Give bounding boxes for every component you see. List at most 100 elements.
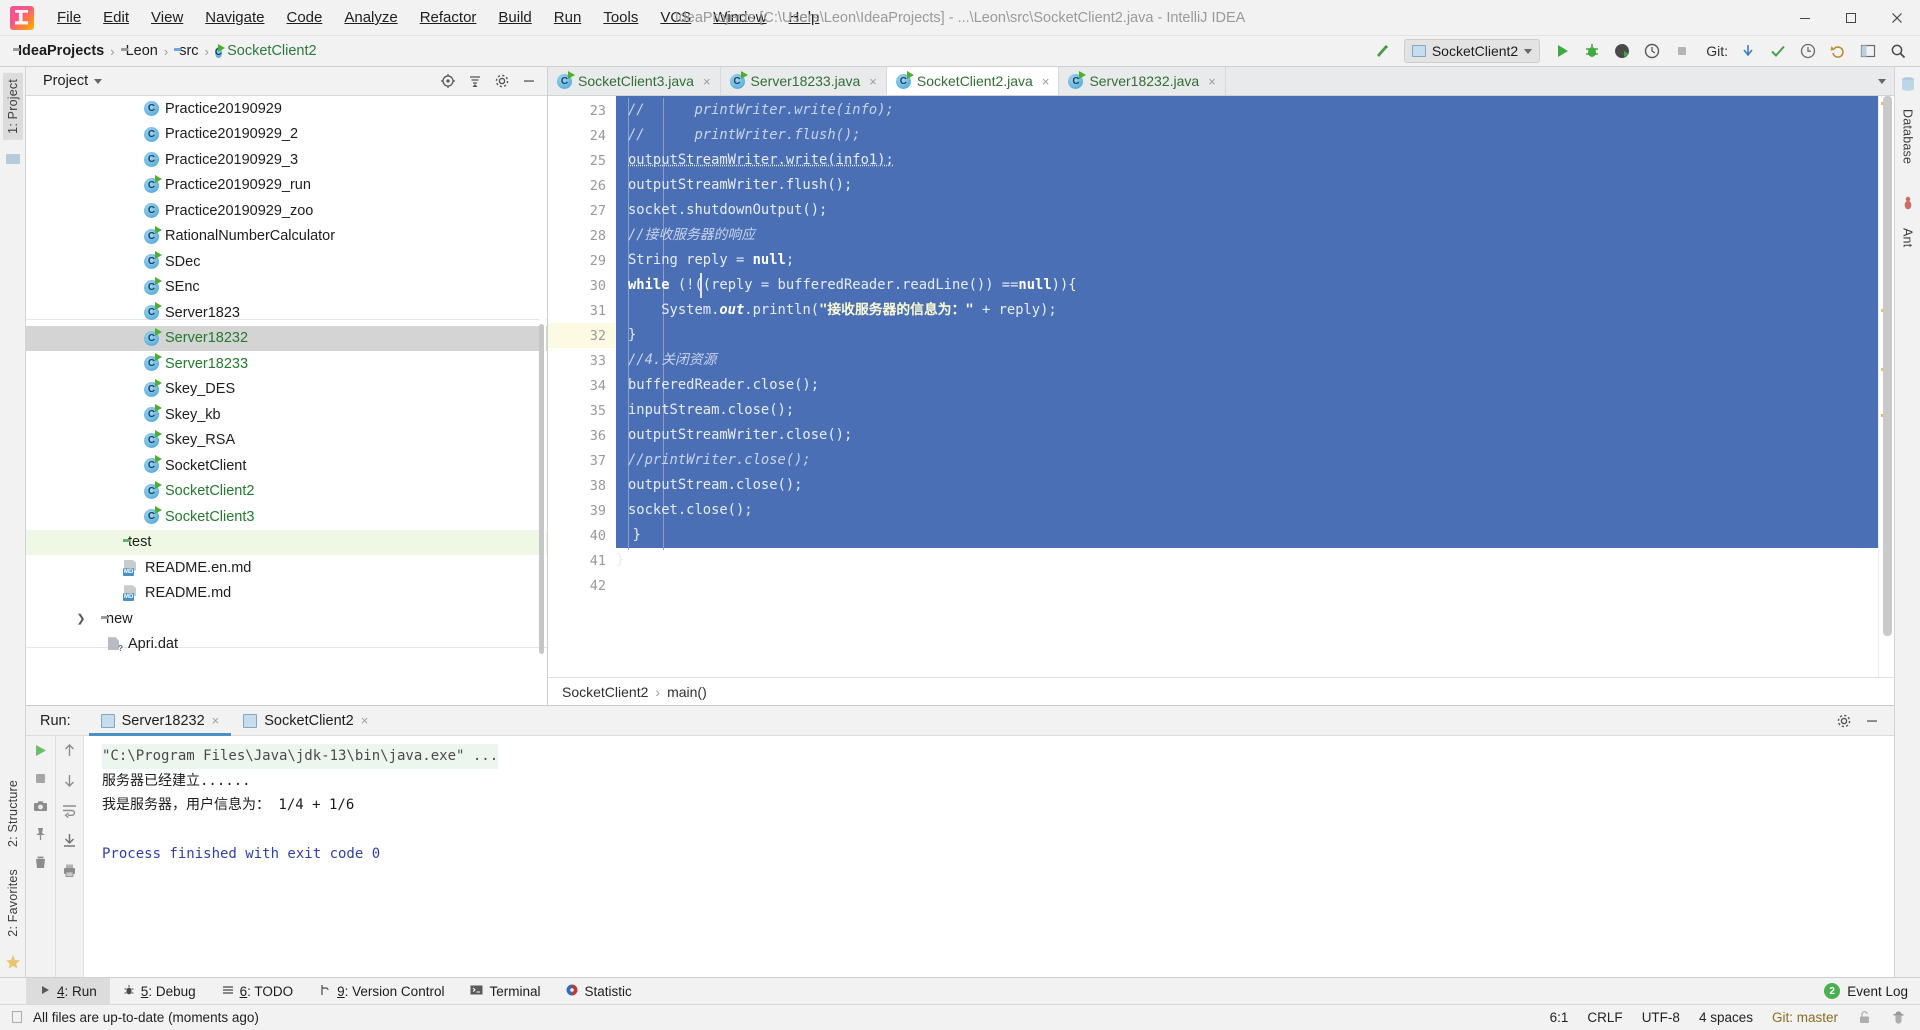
tree-item-readme-en[interactable]: README.en.md (26, 555, 547, 581)
run-with-coverage-icon[interactable] (1608, 38, 1636, 64)
tree-item-test[interactable]: test (26, 529, 547, 555)
tree-item-server1823[interactable]: C Server1823 (26, 300, 547, 326)
rerun-icon[interactable] (32, 742, 49, 759)
tree-item-practice20190929-run[interactable]: C Practice20190929_run (26, 173, 547, 199)
gear-icon[interactable] (1832, 710, 1856, 732)
editor-gutter[interactable]: 23 24 25 26 27 28 29 30 31 32 33 34 35 3… (548, 96, 616, 677)
close-icon[interactable]: × (361, 713, 369, 728)
code-text-area[interactable]: // printWriter.write(info);// printWrite… (616, 96, 1878, 677)
tree-item-practice20190929-2[interactable]: C Practice20190929_2 (26, 122, 547, 148)
sidebar-item-database[interactable]: Database (1898, 103, 1918, 170)
project-panel-title[interactable]: Project (32, 73, 103, 89)
breadcrumb-src[interactable]: src (171, 41, 201, 61)
run-configuration-selector[interactable]: SocketClient2 (1403, 39, 1541, 63)
tree-item-rationalnumbercalculator[interactable]: C RationalNumberCalculator (26, 224, 547, 250)
sidebar-item-project[interactable]: 1: Project (2, 73, 23, 140)
line-separator[interactable]: CRLF (1587, 1010, 1622, 1025)
hide-panel-icon[interactable] (1860, 710, 1884, 732)
breadcrumb-class[interactable]: SocketClient2 (562, 684, 648, 700)
menu-build[interactable]: Build (487, 4, 542, 31)
tab-server18233-java[interactable]: C Server18233.java × (721, 67, 887, 95)
window-split-icon[interactable] (1854, 38, 1882, 64)
tree-item-readme[interactable]: README.md (26, 581, 547, 607)
sidebar-item-ant[interactable]: Ant (1898, 222, 1918, 253)
sidebar-item-structure[interactable]: 2: Structure (3, 774, 23, 853)
run-console-output[interactable]: "C:\Program Files\Java\jdk-13\bin\java.e… (84, 736, 1894, 977)
arrow-down-icon[interactable] (61, 772, 78, 789)
ant-icon[interactable] (1899, 194, 1917, 212)
indent-setting[interactable]: 4 spaces (1699, 1010, 1753, 1025)
hector-inspector-icon[interactable] (1891, 1010, 1906, 1025)
bottom-tab-todo[interactable]: 6: TODO (209, 978, 307, 1005)
breadcrumb-method[interactable]: main() (667, 684, 707, 700)
rollback-icon[interactable] (1824, 38, 1852, 64)
tree-item-socketclient2[interactable]: C SocketClient2 (26, 479, 547, 505)
run-tab-server18232[interactable]: Server18232 × (88, 706, 232, 736)
editor-marker-rail[interactable] (1878, 96, 1894, 677)
menu-view[interactable]: View (140, 4, 194, 31)
trash-icon[interactable] (32, 854, 49, 871)
project-files-icon[interactable] (4, 150, 22, 168)
menu-file[interactable]: File (46, 4, 92, 31)
locate-file-icon[interactable] (436, 70, 460, 92)
chevron-right-icon[interactable]: ❯ (74, 612, 88, 625)
menu-refactor[interactable]: Refactor (409, 4, 488, 31)
tree-item-new[interactable]: ❯ new (26, 606, 547, 632)
menu-analyze[interactable]: Analyze (333, 4, 408, 31)
breadcrumb-ideaprojects[interactable]: IdeaProjects (10, 41, 107, 61)
caret-position[interactable]: 6:1 (1550, 1010, 1569, 1025)
menu-vcs[interactable]: VCS (649, 4, 702, 31)
star-icon[interactable] (4, 953, 22, 971)
bottom-tab-statistic[interactable]: Statistic (553, 978, 644, 1005)
project-tree[interactable]: C Practice20190929 C Practice20190929_2 … (26, 96, 547, 705)
tab-server18232-java[interactable]: C Server18232.java × (1059, 67, 1226, 95)
hide-panel-icon[interactable] (517, 70, 541, 92)
stop-icon[interactable] (1668, 38, 1696, 64)
minimize-icon[interactable] (1782, 0, 1828, 36)
close-icon[interactable]: × (1208, 74, 1216, 89)
menu-help[interactable]: Help (778, 4, 831, 31)
git-branch-status[interactable]: Git: master (1772, 1010, 1838, 1025)
tree-item-socketclient[interactable]: C SocketClient (26, 453, 547, 479)
profile-icon[interactable] (1638, 38, 1666, 64)
soft-wrap-icon[interactable] (61, 802, 78, 819)
tab-socketclient2-java[interactable]: C SocketClient2.java × (886, 67, 1060, 95)
build-project-icon[interactable] (1368, 38, 1396, 64)
menu-edit[interactable]: Edit (92, 4, 140, 31)
menu-run[interactable]: Run (543, 4, 593, 31)
sidebar-item-favorites[interactable]: 2: Favorites (3, 863, 23, 943)
tree-item-skey-des[interactable]: C Skey_DES (26, 377, 547, 403)
tree-item-senc[interactable]: C SEnc (26, 275, 547, 301)
tree-item-server18233[interactable]: C Server18233 (26, 351, 547, 377)
close-icon[interactable]: × (212, 713, 220, 728)
close-icon[interactable]: × (869, 74, 877, 89)
camera-icon[interactable] (32, 798, 49, 815)
database-icon[interactable] (1899, 75, 1917, 93)
tree-item-server18232[interactable]: C Server18232 (26, 325, 547, 351)
menu-window[interactable]: Window (702, 4, 777, 31)
stop-icon[interactable] (32, 770, 49, 787)
editor-tabs-overflow[interactable] (1870, 67, 1894, 95)
run-tab-socketclient2[interactable]: SocketClient2 × (231, 706, 380, 736)
pin-icon[interactable] (32, 826, 49, 843)
breadcrumb-leon[interactable]: Leon (118, 41, 161, 61)
tree-item-practice20190929[interactable]: C Practice20190929 (26, 96, 547, 122)
tree-item-practice20190929-3[interactable]: C Practice20190929_3 (26, 147, 547, 173)
breadcrumb-socketclient2[interactable]: C SocketClient2 (212, 41, 320, 62)
bottom-tab-version-control[interactable]: 9: Version Control (306, 978, 457, 1005)
unlocked-icon[interactable] (1857, 1010, 1872, 1025)
menu-code[interactable]: Code (275, 4, 333, 31)
bottom-tab-terminal[interactable]: Terminal (457, 978, 553, 1005)
bottom-tab-run[interactable]: 4: Run (26, 977, 110, 1005)
project-tree-scrollbar[interactable] (539, 96, 546, 654)
source-code[interactable]: // printWriter.write(info);// printWrite… (616, 96, 1878, 598)
commit-icon[interactable] (1764, 38, 1792, 64)
update-project-icon[interactable] (1734, 38, 1762, 64)
scroll-to-end-icon[interactable] (61, 832, 78, 849)
menu-tools[interactable]: Tools (592, 4, 649, 31)
close-icon[interactable]: × (1042, 74, 1050, 89)
print-icon[interactable] (61, 862, 78, 879)
tree-item-skey-kb[interactable]: C Skey_kb (26, 402, 547, 428)
tree-item-practice20190929-zoo[interactable]: C Practice20190929_zoo (26, 198, 547, 224)
file-encoding[interactable]: UTF-8 (1642, 1010, 1680, 1025)
